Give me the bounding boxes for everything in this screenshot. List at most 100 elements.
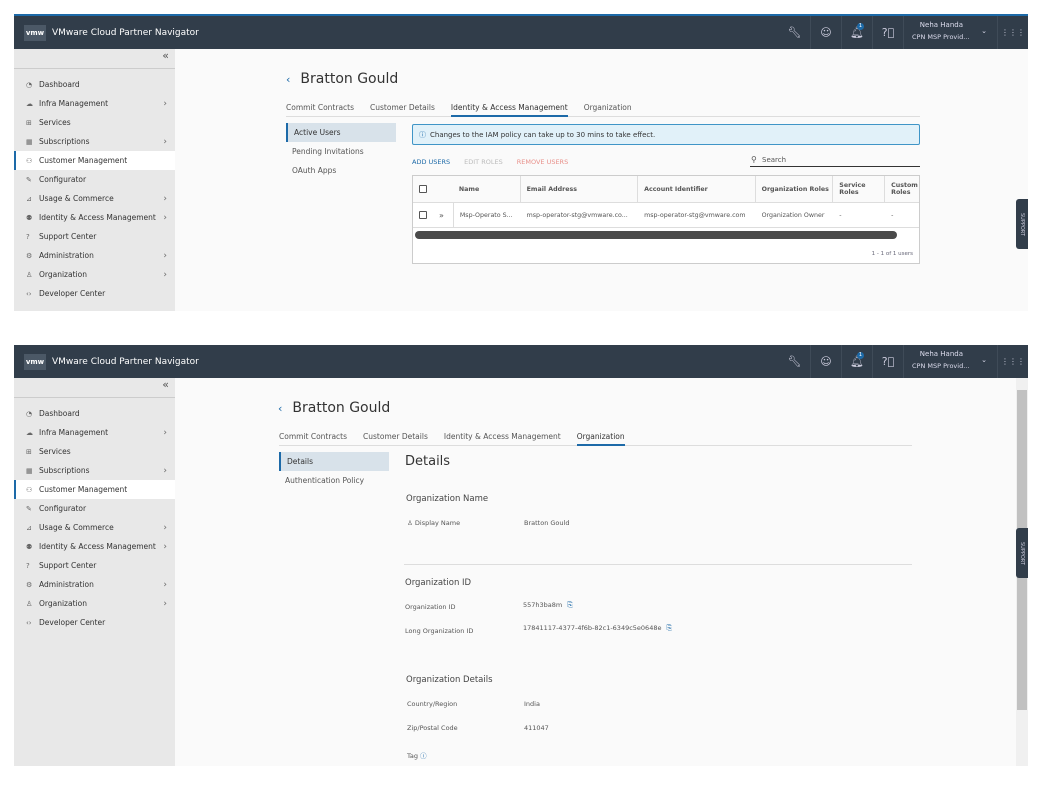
sidebar-item-dashboard[interactable]: ◔ Dashboard (14, 75, 175, 94)
app-switcher-button[interactable]: ⋮⋮⋮ (997, 16, 1028, 49)
support-tab[interactable]: SUPPORT (1016, 199, 1028, 249)
sidebar-item-configurator[interactable]: ✎ Configurator (14, 499, 175, 518)
sidebar-item-usage-commerce[interactable]: ⊿ Usage & Commerce › (14, 518, 175, 537)
smiley-button[interactable]: ☺ (810, 16, 841, 49)
sidebar-item-customer-management[interactable]: ⚇ Customer Management (14, 480, 175, 499)
sidebar-item-organization[interactable]: ♙ Organization › (14, 265, 175, 284)
sidebar-item-label: Support Center (39, 561, 97, 570)
user-menu[interactable]: Neha Handa CPN MSP Provid... ⌄ (903, 16, 997, 49)
main-content: ‹ Bratton Gould Commit Contracts Customer … (175, 378, 1028, 766)
tab-customer-details[interactable]: Customer Details (363, 432, 428, 446)
sidebar-item-label: Subscriptions (39, 466, 90, 475)
wrench-button[interactable]: 🔧︎ (779, 345, 810, 378)
sidebar-item-services[interactable]: ⊞ Services (14, 442, 175, 461)
select-all-checkbox[interactable] (419, 185, 427, 193)
sidebar-item-infra-management[interactable]: ☁ Infra Management › (14, 423, 175, 442)
chevron-right-icon: › (163, 193, 167, 204)
row-checkbox[interactable] (419, 211, 427, 219)
sidebar-item-organization[interactable]: ♙ Organization › (14, 594, 175, 613)
horizontal-scrollbar[interactable] (415, 231, 897, 239)
bell-button[interactable]: 🔔︎ 1 (841, 16, 872, 49)
col-org-roles[interactable]: Organization Roles (756, 176, 834, 202)
customer-management-icon: ⚇ (26, 485, 33, 494)
subnav-authentication-policy[interactable]: Authentication Policy (279, 471, 389, 490)
copy-icon[interactable]: ⎘ (666, 624, 672, 632)
sidebar-item-developer-center[interactable]: ‹› Developer Center (14, 613, 175, 632)
sidebar-item-administration[interactable]: ⚙ Administration › (14, 246, 175, 265)
col-account[interactable]: Account Identifier (638, 176, 756, 202)
org-name-section: Organization Name (406, 494, 489, 504)
sidebar-item-developer-center[interactable]: ‹› Developer Center (14, 284, 175, 303)
org-id-section: Organization ID (405, 578, 472, 588)
col-name[interactable]: Name (453, 176, 521, 202)
sidebar-item-label: Customer Management (39, 485, 128, 494)
collapse-sidebar-button[interactable]: « (14, 378, 175, 398)
tab-identity-access-management[interactable]: Identity & Access Management (444, 432, 561, 446)
back-icon[interactable]: ‹ (286, 73, 290, 86)
sidebar-item-support-center[interactable]: ? Support Center (14, 556, 175, 575)
subnav-oauth-apps[interactable]: OAuth Apps (286, 161, 396, 180)
tab-organization[interactable]: Organization (576, 432, 625, 446)
top-header: vmw VMware Cloud Partner Navigator 🔧︎ ☺ 🔔︎ 1?… (14, 345, 1028, 378)
sidebar-item-infra-management[interactable]: ☁ Infra Management › (14, 94, 175, 113)
org-details-section: Organization Details (406, 675, 493, 685)
tab-commit-contracts[interactable]: Commit Contracts (286, 103, 354, 117)
subnav-details[interactable]: Details (279, 452, 389, 471)
sidebar-item-identity-access-management[interactable]: ⚉ Identity & Access Management › (14, 208, 175, 227)
back-icon[interactable]: ‹ (278, 402, 282, 415)
user-org: CPN MSP Provid... (912, 33, 970, 41)
collapse-sidebar-button[interactable]: « (14, 49, 175, 69)
alert-text: Changes to the IAM policy can take up to… (430, 130, 656, 139)
administration-icon: ⚙ (26, 580, 33, 589)
support-tab[interactable]: SUPPORT (1016, 528, 1028, 578)
long-id-text: 17841117-4377-4f6b-82c1-6349c5e0648e (523, 624, 662, 632)
tab-customer-details[interactable]: Customer Details (370, 103, 435, 117)
tab-commit-contracts[interactable]: Commit Contracts (279, 432, 347, 446)
sidebar-item-support-center[interactable]: ? Support Center (14, 227, 175, 246)
search-input[interactable]: ⚲ Search (750, 153, 920, 167)
cell-custom-roles: - (891, 211, 894, 219)
help-button[interactable]: ?⃝ (872, 16, 903, 49)
info-icon[interactable]: ⓘ (420, 752, 427, 760)
sidebar-item-subscriptions[interactable]: ▦ Subscriptions › (14, 461, 175, 480)
expand-icon[interactable]: » (439, 211, 444, 220)
app-switcher-button[interactable]: ⋮⋮⋮ (997, 345, 1028, 378)
sidebar-item-configurator[interactable]: ✎ Configurator (14, 170, 175, 189)
tab-identity-access-management[interactable]: Identity & Access Management (450, 103, 568, 117)
sidebar-item-administration[interactable]: ⚙ Administration › (14, 575, 175, 594)
smiley-button[interactable]: ☺ (810, 345, 841, 378)
sidebar-item-label: Usage & Commerce (39, 194, 114, 203)
user-menu[interactable]: Neha Handa CPN MSP Provid... ⌄ (903, 345, 997, 378)
chevron-right-icon: › (163, 250, 167, 261)
usage-commerce-icon: ⊿ (26, 523, 32, 532)
help-button[interactable]: ?⃝ (872, 345, 903, 378)
col-email[interactable]: Email Address (521, 176, 639, 202)
org-id-text: 557h3ba8m (523, 601, 563, 609)
iam-subnav: Active Users Pending Invitations OAuth App… (286, 123, 396, 180)
copy-icon[interactable]: ⎘ (567, 601, 573, 609)
sidebar-item-label: Organization (39, 270, 87, 279)
sidebar-item-services[interactable]: ⊞ Services (14, 113, 175, 132)
display-name-label-text: Display Name (414, 519, 461, 527)
remove-users-button[interactable]: REMOVE USERS (517, 158, 569, 166)
sidebar-item-customer-management[interactable]: ⚇ Customer Management (14, 151, 175, 170)
sidebar-item-usage-commerce[interactable]: ⊿ Usage & Commerce › (14, 189, 175, 208)
identity-access-management-icon: ⚉ (26, 542, 33, 551)
wrench-button[interactable]: 🔧︎ (779, 16, 810, 49)
chevron-down-icon: ⌄ (981, 356, 987, 364)
subnav-active-users[interactable]: Active Users (286, 123, 396, 142)
sidebar-item-label: Infra Management (39, 428, 109, 437)
sidebar-item-subscriptions[interactable]: ▦ Subscriptions › (14, 132, 175, 151)
col-service-roles[interactable]: Service Roles (833, 176, 886, 202)
sidebar-item-identity-access-management[interactable]: ⚉ Identity & Access Management › (14, 537, 175, 556)
bell-button[interactable]: 🔔︎ 1 (841, 345, 872, 378)
pagination-info: 1 - 1 of 1 users (871, 251, 913, 257)
sidebar-item-dashboard[interactable]: ◔ Dashboard (14, 404, 175, 423)
edit-roles-button[interactable]: EDIT ROLES (464, 158, 503, 166)
divider (404, 564, 912, 565)
tab-organization[interactable]: Organization (584, 103, 632, 117)
subnav-pending-invitations[interactable]: Pending Invitations (286, 142, 396, 161)
col-custom-roles[interactable]: Custom Roles (885, 176, 919, 202)
smiley-icon: ☺ (820, 355, 832, 368)
add-users-button[interactable]: ADD USERS (412, 158, 450, 166)
